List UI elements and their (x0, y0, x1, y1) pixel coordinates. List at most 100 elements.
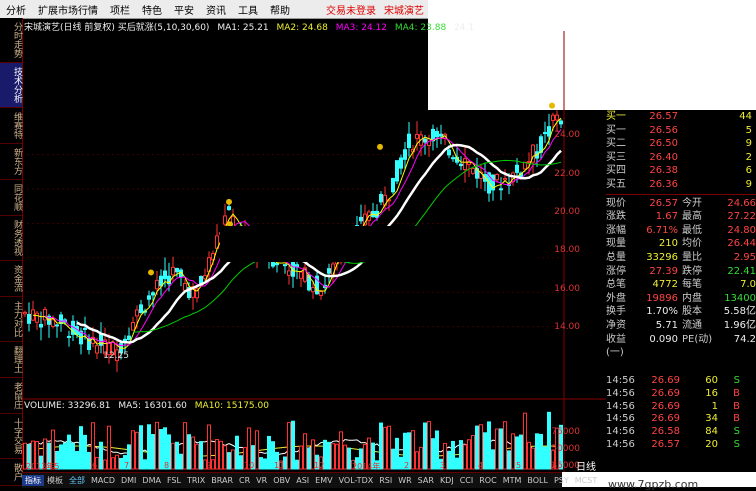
stat-row: 现量 210 均价 26.44 (606, 237, 756, 251)
tick-price: 26.69 (651, 400, 680, 412)
tick-side: S (733, 438, 740, 450)
sidebar-tab-9[interactable]: 老鼠庄 (0, 378, 22, 414)
volume-ma5: MA5: 16301.60 (118, 401, 187, 411)
sidebar-tab-main-force[interactable]: 主力对比 (0, 297, 22, 342)
candle-body (147, 295, 151, 300)
tab-asi[interactable]: ASI (293, 476, 312, 485)
candle-body (527, 160, 531, 163)
tick-volume: 16 (705, 387, 718, 399)
tab-brar[interactable]: BRAR (208, 476, 236, 485)
stat-row: 现价 26.57 今开 24.66 (606, 197, 756, 211)
tab-dma[interactable]: DMA (139, 476, 164, 485)
trade-login-link[interactable]: 交易未登录 (322, 2, 380, 17)
tick-side: B (733, 400, 740, 412)
tick-volume: 60 (705, 375, 718, 386)
tick-volume: 1 (711, 400, 718, 412)
tick-time: 14:56 (606, 387, 635, 399)
period-label[interactable]: 日线 (576, 458, 596, 473)
date-label: 9 (206, 461, 212, 470)
tick-volume: 84 (705, 426, 718, 438)
candle-body (59, 314, 63, 325)
tab-cr[interactable]: CR (236, 476, 253, 485)
tick-time: 14:56 (606, 400, 635, 412)
tick-volume: 34 (705, 413, 718, 425)
candle-body (199, 275, 203, 284)
bid-price: 26.36 (649, 178, 678, 190)
tick-row: 14:56 26.58 84 S (606, 426, 756, 439)
stat-label: 今开 (682, 197, 702, 209)
stat-label: 流通 (682, 319, 702, 331)
stat-label: 每笔 (682, 279, 702, 291)
tab-sar[interactable]: SAR (415, 476, 437, 485)
sidebar-tab-technical[interactable]: 技术分析 (0, 63, 22, 108)
tab-mcst[interactable]: MCST (572, 476, 600, 485)
stat-label: 换手 (606, 306, 626, 318)
sidebar-tab-8[interactable]: 翻理土 (0, 342, 22, 378)
candle-body (399, 157, 403, 169)
candle-body (175, 267, 179, 273)
sidebar-tab-3[interactable]: 新东方 (0, 144, 22, 180)
menu-pingan[interactable]: 平安 (168, 2, 200, 17)
date-label: 12 (314, 461, 325, 470)
menu-help[interactable]: 帮助 (264, 2, 296, 17)
stat-row: 涨幅 6.71% 最低 24.80 (606, 224, 756, 238)
candle-body (439, 133, 443, 137)
menu-ext-market[interactable]: 扩展市场行情 (32, 2, 104, 17)
sidebar-tab-2[interactable]: 维赛特 (0, 108, 22, 144)
bid-vol: 2 (745, 151, 752, 163)
menu-news[interactable]: 资讯 (200, 2, 232, 17)
sidebar-tab-timeshare[interactable]: 分时走势 (0, 18, 22, 63)
menu-features[interactable]: 特色 (136, 2, 168, 17)
tab-roc[interactable]: ROC (476, 476, 499, 485)
stat-label: 均价 (682, 238, 702, 250)
stat-value: 1.70% (646, 306, 678, 318)
stat-label: 现价 (606, 197, 626, 209)
sidebar-tab-4[interactable]: 同花顺 (0, 180, 22, 216)
tab-vol-tdx[interactable]: VOL-TDX (336, 476, 377, 485)
sidebar-tab-11[interactable]: 散户 (0, 459, 22, 486)
sidebar-tab-finance[interactable]: 财务透视 (0, 216, 22, 261)
bid-row: 买二 26.50 9 (606, 137, 756, 151)
tab-trix[interactable]: TRIX (184, 476, 208, 485)
stat-label: 外盘 (606, 292, 626, 304)
stat-row: 收益(一) 0.090 PE(动) 74.2 (606, 333, 756, 359)
sidebar-tab-capital[interactable]: 资金流 (0, 261, 22, 297)
candle-body (415, 134, 419, 139)
menu-tools[interactable]: 工具 (232, 2, 264, 17)
stock-name-link[interactable]: 宋城演艺 (380, 2, 428, 17)
candle-body (515, 164, 519, 173)
date-label: 3 (440, 461, 446, 470)
tab-kdj[interactable]: KDJ (437, 476, 457, 485)
bid-label: 买一 (606, 124, 626, 136)
tab-vr[interactable]: VR (253, 476, 270, 485)
tab-psy[interactable]: PSY (551, 476, 572, 485)
tick-volume: 20 (705, 438, 718, 450)
candle-body (359, 216, 363, 222)
tab-obv[interactable]: OBV (270, 476, 293, 485)
tab-template[interactable]: 模板 (44, 475, 66, 486)
tab-boll[interactable]: BOLL (524, 476, 551, 485)
stat-value: 5.58亿 (723, 306, 756, 318)
stat-value: 33296 (646, 251, 678, 263)
tab-cci[interactable]: CCI (457, 476, 477, 485)
vol-axis-label-0: 75000 (551, 427, 580, 437)
stat-value: 1.96亿 (723, 319, 756, 331)
tab-rsi[interactable]: RSI (376, 476, 395, 485)
menu-analysis[interactable]: 分析 (0, 2, 32, 17)
tab-fsl[interactable]: FSL (164, 476, 184, 485)
tab-emv[interactable]: EMV (312, 476, 335, 485)
tab-indicator[interactable]: 指标 (22, 475, 44, 486)
menu-columns[interactable]: 项栏 (104, 2, 136, 17)
volume-header: VOLUME: 33296.81 MA5: 16301.60 MA10: 151… (24, 401, 274, 411)
tab-all[interactable]: 全部 (66, 475, 88, 486)
watermark-text: www.7gpzb.com (608, 478, 699, 491)
tab-macd[interactable]: MACD (88, 476, 118, 485)
stat-row: 换手 1.70% 股本 5.58亿 (606, 305, 756, 319)
tab-wr[interactable]: WR (395, 476, 414, 485)
tab-mtm[interactable]: MTM (500, 476, 525, 485)
stat-label: 内盘 (682, 292, 702, 304)
tab-dmi[interactable]: DMI (118, 476, 139, 485)
stat-value: 24.66 (727, 197, 756, 209)
sidebar-tab-10[interactable]: 十字交易 (0, 414, 22, 459)
tick-price: 26.69 (651, 375, 680, 386)
